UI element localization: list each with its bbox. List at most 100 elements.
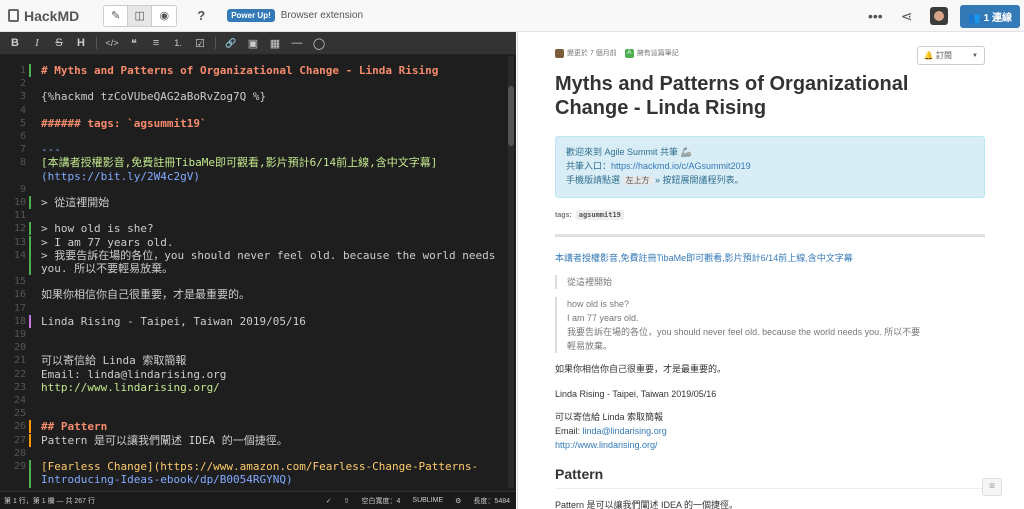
line-text: Pattern 是可以讓我們闡述 IDEA 的一個捷徑。	[41, 433, 288, 447]
code-line[interactable]: 27 Pattern 是可以讓我們闡述 IDEA 的一個捷徑。	[0, 433, 508, 447]
help-button[interactable]: ?	[197, 8, 205, 23]
split-mode-button[interactable]: ◫	[128, 5, 153, 26]
numbered-list-button[interactable]: 1.	[167, 38, 189, 48]
online-users-button[interactable]: 👥 1 連線	[960, 4, 1020, 28]
code-line[interactable]: 11	[0, 209, 508, 222]
code-line[interactable]: 10 > 從這裡開始	[0, 196, 508, 209]
page-title: Myths and Patterns of Organizational Cha…	[555, 73, 909, 119]
share-icon[interactable]: ⋖	[901, 8, 913, 25]
line-author-bar	[29, 104, 31, 117]
code-line[interactable]: 17	[0, 302, 508, 315]
code-line[interactable]: 21 可以寄信給 Linda 索取簡報	[0, 354, 508, 367]
code-line[interactable]: 16 如果你相信你自己很重要，才是最重要的。	[0, 288, 508, 301]
code-line[interactable]: 3 {%hackmd tzCoVUbeQAG2aBoRvZog7Q %}	[0, 90, 508, 103]
line-number: 10	[13, 197, 26, 208]
code-line[interactable]: 5 ###### tags: `agsummit19`	[0, 117, 508, 130]
line-author-bar	[29, 262, 31, 275]
cursor-icon[interactable]: ⇧	[344, 497, 350, 505]
browser-extension-link[interactable]: Browser extension	[281, 10, 363, 21]
line-author-bar	[29, 473, 31, 487]
website-link[interactable]: http://www.lindarising.org/	[555, 438, 667, 452]
code-line[interactable]: 9	[0, 183, 508, 196]
tibame-link[interactable]: 本講者授權影音,免費註冊TibaMe即可觀看,影片預計6/14前上線,含中文字幕	[555, 251, 853, 265]
code-line[interactable]: 7 ---	[0, 143, 508, 156]
line-number: 21	[13, 355, 26, 367]
code-line[interactable]: 6	[0, 130, 508, 143]
code-line[interactable]: 13 > I am 77 years old.	[0, 235, 508, 249]
wrench-icon[interactable]: ⚙	[455, 497, 461, 505]
more-menu-button[interactable]: •••	[868, 8, 883, 24]
line-number: 4	[19, 104, 26, 116]
strikethrough-button[interactable]: S	[48, 37, 70, 49]
brand-name: HackMD	[24, 7, 80, 24]
bold-button[interactable]: B	[4, 37, 26, 49]
document-icon	[8, 9, 19, 22]
line-text: (https://bit.ly/2W4c2gV)	[41, 169, 200, 183]
hr-button[interactable]: —	[286, 37, 308, 49]
subscribe-label: 訂閱	[936, 51, 953, 60]
code-line[interactable]: 14 > 我要告訴在場的各位，you should never feel old.…	[0, 248, 508, 262]
toc-button[interactable]: ≡	[982, 478, 1002, 496]
italic-button[interactable]: I	[26, 37, 48, 49]
code-line[interactable]: (https://bit.ly/2W4c2gV)	[0, 170, 508, 183]
code-line[interactable]: 8 [本講者授權影音,免費註冊TibaMe即可觀看,影片預計6/14前上線,含中文…	[0, 156, 508, 169]
line-number: 24	[13, 395, 26, 406]
line-author-bar	[29, 64, 31, 77]
welcome-text: 歡迎來到 Agile Summit 共筆 🦾	[566, 147, 692, 157]
code-line[interactable]: 15	[0, 275, 508, 288]
line-author-bar	[29, 381, 31, 394]
line-text: > I am 77 years old.	[41, 235, 174, 249]
code-line[interactable]: 12 > how old is she?	[0, 222, 508, 236]
line-author-bar	[29, 302, 31, 315]
code-button[interactable]: </>	[101, 38, 123, 48]
code-line[interactable]: 20	[0, 341, 508, 354]
checklist-button[interactable]: ☑	[189, 37, 211, 50]
line-number: 22	[13, 368, 26, 380]
code-line[interactable]: Introducing-Ideas-ebook/dp/B0054RGYNQ)	[0, 473, 508, 487]
line-author-bar	[29, 130, 31, 143]
paragraph-pattern: Pattern 是可以讓我們闡述 IDEA 的一個捷徑。	[555, 500, 739, 509]
code-line[interactable]: 24	[0, 394, 508, 407]
code-line[interactable]: 28	[0, 447, 508, 460]
line-number: 5	[19, 117, 26, 129]
subscribe-dropdown[interactable]: 🔔 訂閱 ▼	[916, 46, 985, 65]
entry-link[interactable]: https://hackmd.io/c/AGsummit2019	[611, 161, 751, 171]
code-line[interactable]: 18 Linda Rising - Taipei, Taiwan 2019/05/…	[0, 314, 508, 328]
code-line[interactable]: 22 Email: linda@lindarising.org	[0, 368, 508, 381]
email-link[interactable]: linda@lindarising.org	[583, 426, 667, 436]
pencil-icon: ✎	[111, 10, 121, 22]
code-line[interactable]: 26 ## Pattern	[0, 420, 508, 434]
pattern-heading: Pattern	[555, 466, 604, 482]
code-line[interactable]: 4	[0, 104, 508, 117]
keymap-setting[interactable]: SUBLIME	[412, 497, 443, 504]
scrollbar-thumb[interactable]	[508, 86, 514, 146]
indent-setting[interactable]: 空白寬度：4	[362, 496, 401, 506]
line-text: ## Pattern	[41, 420, 108, 434]
editor-scrollbar[interactable]	[508, 56, 514, 488]
code-area[interactable]: 1 # Myths and Patterns of Organizational …	[0, 56, 516, 488]
comment-button[interactable]: ◯	[308, 37, 330, 50]
line-number: 13	[13, 236, 26, 248]
brand[interactable]: HackMD	[8, 8, 79, 24]
code-line[interactable]: you. 所以不要輕易放棄。	[0, 262, 508, 275]
quote-button[interactable]: ❝	[123, 37, 145, 50]
code-line[interactable]: 30 based on:	[0, 486, 508, 488]
table-button[interactable]: ▦	[264, 37, 286, 50]
code-line[interactable]: 19	[0, 328, 508, 341]
link-button[interactable]: 🔗	[220, 38, 242, 49]
code-line[interactable]: 29 [Fearless Change](https://www.amazon.…	[0, 460, 508, 473]
code-line[interactable]: 2	[0, 77, 508, 90]
code-line[interactable]: 25	[0, 407, 508, 420]
view-mode-button[interactable]: ◉	[152, 5, 177, 26]
image-button[interactable]: ▣	[242, 37, 264, 50]
powerup-badge[interactable]: Power Up!	[227, 9, 275, 22]
code-line[interactable]: 23 http://www.lindarising.org/	[0, 381, 508, 394]
user-avatar[interactable]	[930, 7, 949, 25]
line-number: 20	[13, 342, 26, 354]
tag-badge[interactable]: agsummit19	[575, 210, 624, 220]
heading-button[interactable]: H	[70, 37, 92, 49]
line-number: 18	[13, 315, 26, 327]
bullet-list-button[interactable]: ≡	[145, 37, 167, 49]
code-line[interactable]: 1 # Myths and Patterns of Organizational …	[0, 64, 508, 77]
edit-mode-button[interactable]: ✎	[104, 5, 129, 26]
